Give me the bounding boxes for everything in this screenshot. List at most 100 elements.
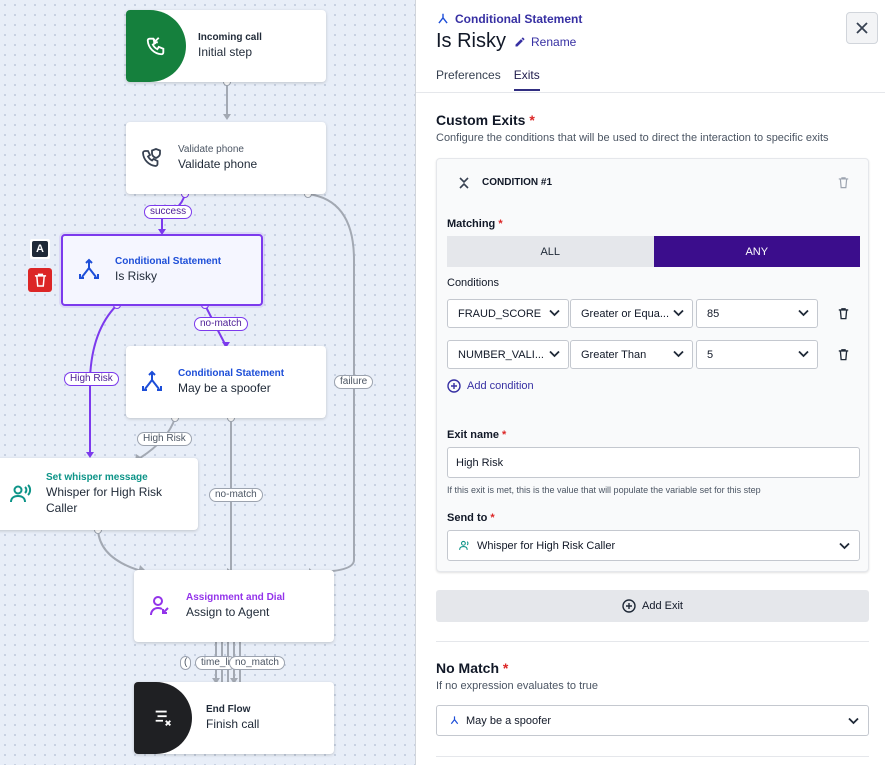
assign-agent-icon — [134, 594, 186, 618]
send-to-select[interactable]: Whisper for High Risk Caller — [447, 530, 860, 561]
node-type: Conditional Statement — [115, 256, 222, 268]
condition-field-select[interactable]: FRAUD_SCORE — [447, 299, 569, 328]
label-tool-icon: A — [32, 241, 48, 257]
exit-name-label: Exit name * — [447, 429, 507, 441]
edge-label-success[interactable]: success — [144, 205, 193, 219]
chevron-down-icon — [673, 309, 684, 317]
node-name: Validate phone — [178, 156, 258, 171]
flow-canvas[interactable]: Incoming call Initial step Validate phon… — [0, 0, 415, 765]
delete-node-button[interactable] — [28, 268, 52, 292]
branch-icon — [126, 370, 178, 394]
node-type: End Flow — [206, 704, 251, 716]
delete-condition-button[interactable] — [838, 176, 849, 194]
close-button[interactable] — [846, 12, 878, 44]
branch-icon — [63, 258, 115, 282]
node-type: Assignment and Dial — [186, 592, 285, 604]
node-type: Incoming call — [198, 32, 262, 44]
node-name: Whisper for High Risk Caller — [46, 485, 163, 516]
edge-label-clipped[interactable]: ( — [180, 656, 192, 670]
node-name: Assign to Agent — [186, 604, 270, 619]
delete-row-button[interactable] — [838, 348, 849, 366]
add-condition-button[interactable]: Add condition — [447, 379, 534, 393]
plus-circle-icon — [447, 379, 461, 393]
send-to-label: Send to * — [447, 512, 495, 524]
matching-label: Matching * — [447, 218, 503, 230]
no-match-title: No Match * — [436, 660, 509, 676]
rename-label: Rename — [531, 35, 577, 49]
trash-icon — [838, 308, 849, 320]
phone-shield-icon — [126, 146, 178, 170]
no-match-select[interactable]: May be a spoofer — [436, 705, 869, 736]
collapse-button[interactable] — [459, 176, 469, 194]
no-match-description: If no expression evaluates to true — [436, 680, 599, 692]
conditions-label: Conditions — [447, 277, 499, 289]
edge-label-no-match[interactable]: no-match — [194, 317, 248, 331]
pencil-icon — [515, 37, 525, 47]
tab-divider — [416, 92, 885, 93]
matching-toggle: ALL ANY — [447, 236, 860, 267]
trash-icon — [838, 177, 849, 189]
matching-any-option[interactable]: ANY — [653, 236, 860, 267]
panel-title: Is Risky — [436, 30, 506, 52]
condition-card: CONDITION #1 Matching * ALL ANY Conditio… — [436, 158, 869, 572]
whisper-icon — [0, 482, 46, 506]
chevron-down-icon — [673, 350, 684, 358]
condition-title: CONDITION #1 — [482, 177, 553, 188]
custom-exits-description: Configure the conditions that will be us… — [436, 132, 829, 144]
node-may-be-spoofer[interactable]: Conditional Statement May be a spoofer — [126, 346, 326, 418]
node-is-risky[interactable]: Conditional Statement Is Risky — [61, 234, 263, 306]
tab-exits[interactable]: Exits — [513, 68, 540, 91]
node-type: Validate phone — [178, 144, 244, 156]
chevron-down-icon — [549, 309, 560, 317]
chevron-down-icon — [848, 717, 859, 725]
node-validate-phone[interactable]: Validate phone Validate phone — [126, 122, 326, 194]
collapse-icon — [459, 177, 469, 189]
branch-icon — [450, 716, 459, 725]
node-end-flow[interactable]: End Flow Finish call — [134, 682, 334, 754]
node-name: May be a spoofer — [178, 380, 271, 395]
condition-operator-select[interactable]: Greater Than — [570, 340, 693, 369]
end-flow-icon — [134, 682, 192, 754]
condition-operator-select[interactable]: Greater or Equa... — [570, 299, 693, 328]
condition-field-select[interactable]: NUMBER_VALI... — [447, 340, 569, 369]
edge-label-no-match[interactable]: no-match — [209, 488, 263, 502]
matching-all-option[interactable]: ALL — [447, 236, 654, 267]
incoming-call-icon — [126, 10, 186, 82]
add-exit-button[interactable]: Add Exit — [436, 590, 869, 622]
delete-row-button[interactable] — [838, 307, 849, 325]
condition-value-select[interactable]: 85 — [696, 299, 818, 328]
section-divider — [436, 641, 869, 642]
edge-label-high-risk[interactable]: High Risk — [64, 372, 119, 386]
chevron-down-icon — [798, 350, 809, 358]
chevron-down-icon — [549, 350, 560, 358]
trash-icon — [34, 273, 46, 287]
chevron-down-icon — [839, 542, 850, 550]
node-assign-agent[interactable]: Assignment and Dial Assign to Agent — [134, 570, 334, 642]
plus-circle-icon — [622, 599, 636, 613]
node-incoming-call[interactable]: Incoming call Initial step — [126, 10, 326, 82]
condition-value-select[interactable]: 5 — [696, 340, 818, 369]
whisper-icon — [459, 540, 469, 550]
panel-type-label: Conditional Statement — [455, 12, 583, 26]
exit-name-hint: If this exit is met, this is the value t… — [447, 485, 761, 495]
edge-label-failure[interactable]: failure — [334, 375, 374, 389]
tab-preferences[interactable]: Preferences — [436, 68, 501, 91]
branch-icon — [438, 13, 448, 24]
panel-tabs: Preferences Exits — [436, 68, 540, 91]
node-type: Conditional Statement — [178, 368, 285, 380]
trash-icon — [838, 349, 849, 361]
node-whisper[interactable]: Set whisper message Whisper for High Ris… — [0, 458, 198, 530]
custom-exits-title: Custom Exits * — [436, 112, 535, 128]
exit-name-field[interactable]: High Risk — [447, 447, 860, 478]
node-name: Is Risky — [115, 268, 157, 283]
close-icon — [856, 22, 868, 34]
rename-button[interactable]: Rename — [514, 35, 576, 49]
properties-panel: Conditional Statement Is Risky Rename Pr… — [415, 0, 885, 765]
node-name: Initial step — [198, 44, 253, 59]
edge-label-no-match[interactable]: no_match — [229, 656, 285, 670]
node-label-tool[interactable]: A — [30, 239, 50, 259]
node-name: Finish call — [206, 716, 260, 731]
chevron-down-icon — [798, 309, 809, 317]
edge-label-high-risk[interactable]: High Risk — [137, 432, 192, 446]
panel-type: Conditional Statement — [436, 12, 582, 26]
